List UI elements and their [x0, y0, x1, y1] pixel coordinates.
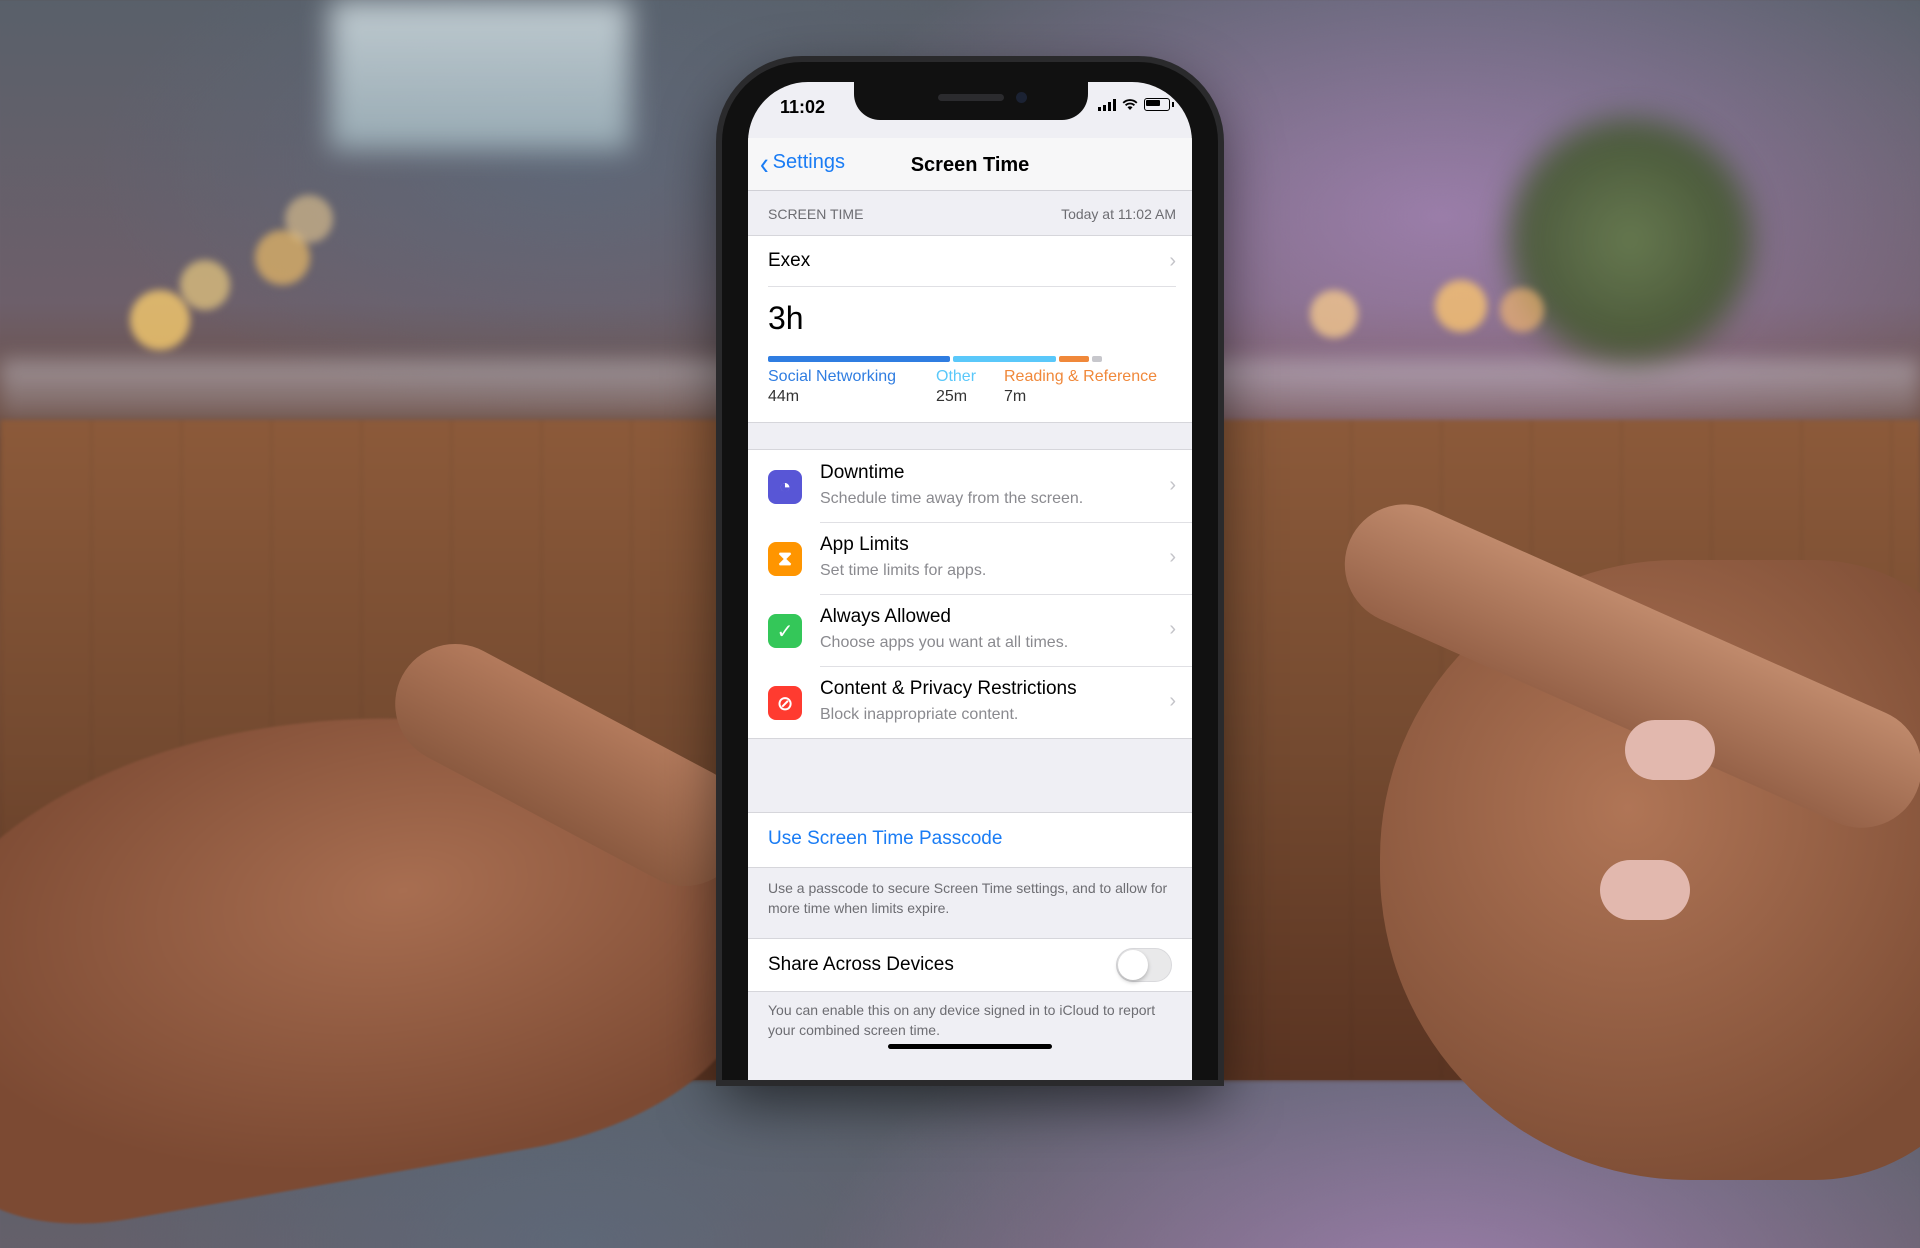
bokeh-light	[1500, 288, 1544, 332]
chevron-right-icon: ›	[1169, 474, 1176, 496]
checkmark-badge-icon: ✓	[768, 614, 802, 648]
category-name: Other	[936, 368, 977, 385]
category-name: Social Networking	[768, 368, 897, 385]
wifi-icon	[1122, 98, 1138, 110]
usage-bar-reading-reference	[1059, 356, 1089, 362]
bokeh-light	[285, 195, 333, 243]
row-title: App Limits	[820, 534, 909, 555]
usage-bar	[768, 356, 1172, 362]
usage-bar-other	[953, 356, 1056, 362]
use-passcode-label: Use Screen Time Passcode	[768, 828, 1003, 849]
settings-row-always-allowed[interactable]: ✓ Always Allowed Choose apps you want at…	[748, 594, 1192, 666]
status-bar-time: 11:02	[780, 97, 826, 117]
front-camera	[1016, 92, 1027, 103]
bokeh-light	[1310, 290, 1358, 338]
row-subtitle: Schedule time away from the screen.	[820, 490, 1084, 507]
share-across-devices-label: Share Across Devices	[768, 954, 954, 975]
chevron-right-icon: ›	[1169, 618, 1176, 640]
iphone: 11:02 ‹ Settings Screen Time SCREEN TIME…	[722, 62, 1218, 1080]
battery-cap	[1172, 102, 1174, 107]
share-across-devices-row: Share Across Devices	[748, 938, 1192, 992]
category-reading-reference: Reading & Reference 7m	[1004, 368, 1157, 406]
background-plant	[1500, 110, 1760, 370]
usage-bar-social-networking	[768, 356, 950, 362]
chevron-right-icon: ›	[1169, 249, 1176, 272]
bokeh-light	[180, 260, 230, 310]
usage-summary-card[interactable]: Exex › 3h Social Networking 44m Other 25…	[748, 235, 1192, 423]
share-footer-text: You can enable this on any device signed…	[768, 1002, 1156, 1038]
row-subtitle: Set time limits for apps.	[820, 562, 987, 579]
status-bar-icons	[1098, 98, 1174, 111]
row-title: Downtime	[820, 462, 905, 483]
notch	[854, 82, 1088, 120]
row-subtitle: Block inappropriate content.	[820, 706, 1019, 723]
chevron-right-icon: ›	[1169, 690, 1176, 712]
use-passcode-button[interactable]: Use Screen Time Passcode	[748, 812, 1192, 868]
phone-screen: 11:02 ‹ Settings Screen Time SCREEN TIME…	[748, 82, 1192, 1080]
device-row[interactable]: Exex ›	[768, 236, 1176, 287]
chevron-right-icon: ›	[1169, 546, 1176, 568]
section-label: SCREEN TIME	[768, 206, 864, 222]
bokeh-light	[1435, 280, 1487, 332]
home-indicator[interactable]	[888, 1044, 1052, 1049]
hourglass-icon: ⧗	[768, 542, 802, 576]
cellular-signal-icon	[1098, 98, 1116, 111]
toggle-knob	[1118, 950, 1148, 980]
screen-time-section-header: SCREEN TIME Today at 11:02 AM	[768, 206, 1176, 222]
earpiece-speaker	[938, 94, 1004, 101]
navigation-bar: ‹ Settings Screen Time	[748, 138, 1192, 191]
restriction-icon: ⊘	[768, 686, 802, 720]
row-title: Always Allowed	[820, 606, 951, 627]
total-screen-time: 3h	[768, 300, 804, 336]
category-social-networking: Social Networking 44m	[768, 368, 896, 406]
bokeh-light	[130, 290, 190, 350]
usage-bar-remainder	[1092, 356, 1102, 362]
page-title: Screen Time	[910, 154, 1030, 176]
updated-timestamp: Today at 11:02 AM	[1061, 206, 1176, 222]
downtime-icon: ◔	[768, 470, 802, 504]
category-time: 7m	[1004, 388, 1027, 405]
category-name: Reading & Reference	[1004, 368, 1157, 385]
fingernail	[1600, 860, 1690, 920]
row-title: Content & Privacy Restrictions	[820, 678, 1077, 699]
category-time: 44m	[768, 388, 800, 405]
screen-time-settings-list: ◔ Downtime Schedule time away from the s…	[748, 449, 1192, 739]
battery-icon	[1144, 98, 1170, 111]
settings-row-content-privacy[interactable]: ⊘ Content & Privacy Restrictions Block i…	[748, 666, 1192, 738]
settings-row-downtime[interactable]: ◔ Downtime Schedule time away from the s…	[748, 450, 1192, 522]
settings-row-app-limits[interactable]: ⧗ App Limits Set time limits for apps. ›	[748, 522, 1192, 594]
device-name: Exex	[768, 250, 811, 271]
background-monitor	[330, 0, 630, 150]
row-subtitle: Choose apps you want at all times.	[820, 634, 1069, 651]
share-across-devices-toggle[interactable]	[1116, 948, 1172, 982]
category-time: 25m	[936, 388, 968, 405]
passcode-footer-text: Use a passcode to secure Screen Time set…	[768, 880, 1168, 916]
category-other: Other 25m	[936, 368, 976, 406]
fingernail	[1625, 720, 1715, 780]
